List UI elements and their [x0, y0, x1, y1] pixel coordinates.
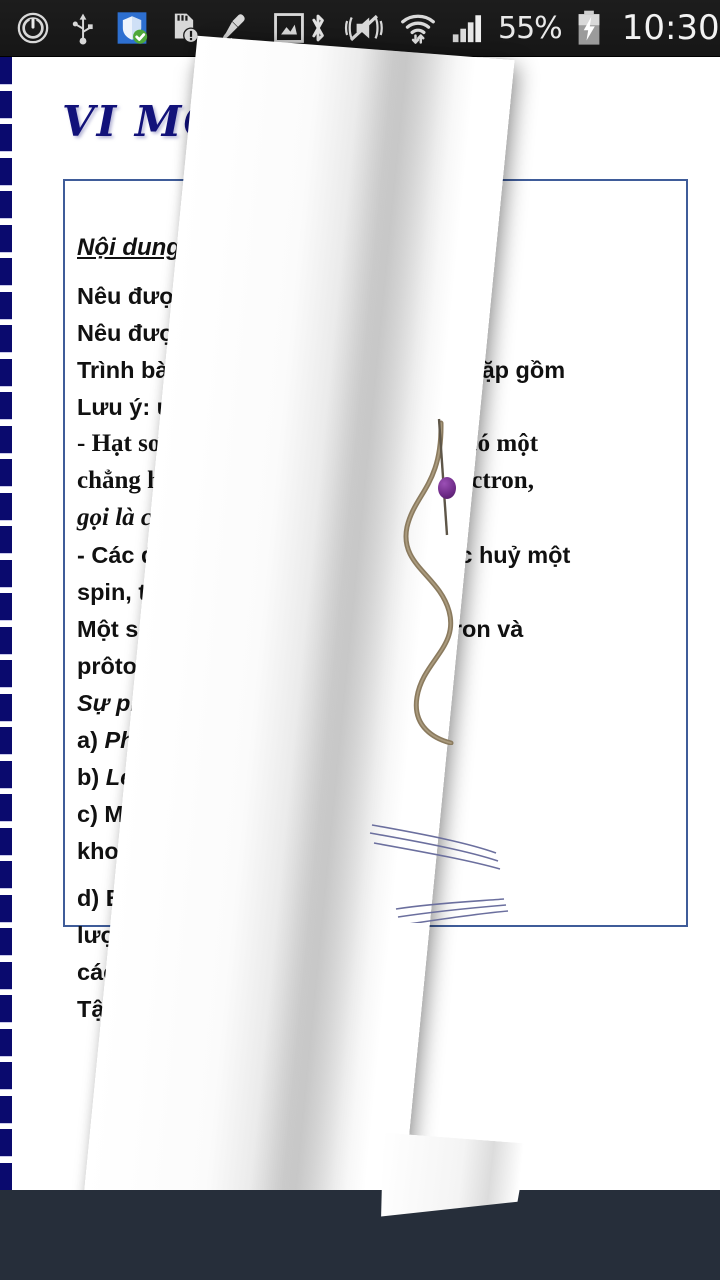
binding-hole [0, 693, 12, 721]
battery-percent-label: 55% [498, 10, 563, 46]
body-line: gọi là các hạt sơ cấ [77, 504, 275, 531]
body-line: a) Phôtôn (lượng tử ár [77, 727, 329, 753]
power-icon [16, 11, 50, 45]
binding-hole [0, 1162, 12, 1190]
body-line: chẳng hạn như êlê à phản hạt của êlectro… [77, 467, 534, 494]
body-line: prôton (p), nơtron (n [77, 653, 307, 679]
binding-hole [0, 961, 12, 989]
binding-hole [0, 1095, 12, 1123]
cleaner-broom-icon [220, 11, 252, 45]
gallery-image-icon [272, 11, 306, 45]
body-line: c) Mêzôn, gồm các hạt [77, 801, 328, 827]
body-line: khoảng (200÷900)me, gồ [77, 838, 345, 869]
page-title: VI MÔ [62, 97, 222, 146]
binding-hole [0, 928, 12, 955]
binding-hole [0, 224, 12, 252]
body-line: d) Barion, gồm các hạt c [77, 884, 350, 911]
binding-hole [0, 861, 12, 888]
phone-screen: 55% 10:30 VI MÔ ẤP Nội dung 1: Nêu được h… [0, 0, 720, 1280]
binding-hole [0, 157, 12, 185]
binding-hole [0, 358, 12, 386]
binding-hole [0, 325, 12, 352]
content-text-box: ẤP Nội dung 1: Nêu được hạt s Nêu được tên… [63, 179, 688, 1022]
signal-bars-icon [450, 11, 484, 45]
vibrate-mute-icon [344, 11, 386, 45]
body-text: Nội dung 1: Nêu được hạt s Nêu được tên g T… [77, 233, 676, 1031]
app-background [0, 1190, 720, 1280]
binding-hole [0, 827, 12, 855]
body-line: các phản hạt của chúng. [77, 958, 352, 985]
binding-hole [0, 794, 12, 821]
box-heading: ẤP [400, 197, 432, 223]
binding-hole [0, 492, 12, 520]
binding-hole [0, 526, 12, 553]
bluetooth-icon [306, 10, 330, 46]
binding-hole [0, 459, 12, 486]
binding-hole [0, 1062, 12, 1089]
battery-charging-icon [576, 10, 602, 46]
binding-hole [0, 392, 12, 419]
body-line: Sự phân loại các hạt s [77, 690, 327, 716]
binding-hole [0, 593, 12, 620]
body-line: Tập hợp các mêzôn và các l [77, 995, 389, 1022]
body-line: - Hạt sơ cấp là cá ấu. Trong mỗi cặp có … [77, 430, 539, 457]
spiral-binding [0, 57, 14, 1190]
sdcard-warning-icon [168, 11, 200, 45]
binding-hole [0, 191, 12, 218]
binding-hole [0, 660, 12, 687]
binding-hole [0, 894, 12, 922]
body-line: spin, thời gian sống [77, 579, 302, 605]
binding-hole [0, 1129, 12, 1156]
wifi-icon [400, 11, 436, 45]
body-line: lượng prôtôn. Có hai nhó [77, 921, 362, 948]
binding-hole [0, 1028, 12, 1056]
binding-hole [0, 626, 12, 654]
status-bar-right-icons: 55% 10:30 [306, 8, 720, 48]
binding-hole [0, 727, 12, 754]
binding-hole [0, 124, 12, 151]
body-line: b) Leptôn gồm các hạt r [77, 764, 344, 790]
binding-hole [0, 559, 12, 587]
status-bar-left-icons [16, 11, 306, 45]
binding-hole [0, 258, 12, 285]
binding-hole [0, 90, 12, 118]
binding-hole [0, 57, 12, 84]
status-bar[interactable]: 55% 10:30 [0, 0, 720, 57]
body-line: - Các đặc trưng cơ b đến sinh hoặc huỷ m… [77, 542, 571, 568]
binding-hole [0, 425, 12, 453]
body-line: Trình bày được s o thành cặp, mỗi cặp gồ… [77, 357, 566, 383]
binding-hole [0, 760, 12, 788]
security-shield-icon [116, 11, 148, 45]
body-line: Lưu ý: u, còn một số đặc trưng [77, 394, 426, 420]
usb-icon [70, 11, 96, 45]
binding-hole [0, 995, 12, 1022]
body-line: Nêu được hạt s [77, 283, 251, 309]
body-line: Nội dung 1: [77, 234, 209, 261]
body-line: Một số hạt sơ cấp n cặp của êlectron và [77, 616, 524, 642]
document-page[interactable]: VI MÔ ẤP Nội dung 1: Nêu được hạt s Nêu đư… [0, 57, 720, 1190]
body-line: Nêu được tên g [77, 320, 252, 346]
binding-hole [0, 291, 12, 319]
clock-label: 10:30 [621, 8, 720, 48]
